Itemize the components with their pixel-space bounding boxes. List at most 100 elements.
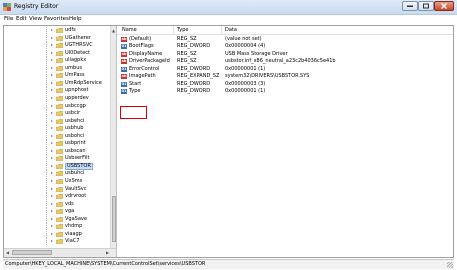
menu-view[interactable]: View [29,16,42,22]
expand-arrow-icon[interactable] [51,51,53,54]
tree-guide-line [46,162,48,170]
tree-item[interactable]: vdrvroot [4,193,110,201]
column-header-name[interactable]: Name [122,27,137,33]
expand-arrow-icon[interactable] [51,134,53,137]
value-name: ErrorControl [129,65,160,72]
binary-value-icon: 01 [121,44,127,49]
folder-icon [56,88,63,94]
value-row[interactable]: ab ImagePath REG_EXPAND_SZ system32\DRIVERS… [117,73,453,80]
tree-guide-line [46,238,48,246]
expand-arrow-icon[interactable] [51,217,53,220]
tree-item[interactable]: UsbserFilt [4,155,110,163]
folder-icon [56,96,63,101]
value-row[interactable]: 01 BootFlags REG_DWORD 0x00000004 (4) [117,43,453,50]
annotation-highlight-box [120,106,147,119]
column-header-data[interactable]: Data [225,27,237,33]
expand-arrow-icon[interactable] [51,240,53,243]
expand-arrow-icon[interactable] [51,172,53,175]
tree-item[interactable]: umbus [4,64,110,72]
expand-arrow-icon[interactable] [51,164,53,167]
tree-hscroll-thumb[interactable] [12,250,52,255]
value-row[interactable]: 01 Type REG_DWORD 0x00000001 (1) [117,88,453,95]
expand-arrow-icon[interactable] [51,210,53,213]
expand-arrow-icon[interactable] [51,127,53,130]
expand-arrow-icon[interactable] [51,29,53,31]
expand-arrow-icon[interactable] [51,195,53,198]
tree-item[interactable]: usbohci [4,132,110,140]
maximize-button[interactable] [418,1,434,11]
expand-arrow-icon[interactable] [51,89,53,92]
expand-arrow-icon[interactable] [51,225,53,228]
expand-arrow-icon[interactable] [51,104,53,107]
tree-item[interactable]: usbscan [4,147,110,155]
expand-arrow-icon[interactable] [51,74,53,77]
tree-item[interactable]: usbprint [4,140,110,148]
tree-item[interactable]: usbccgp [4,102,110,110]
scroll-left-icon[interactable]: ◀ [6,250,9,255]
expand-arrow-icon[interactable] [51,119,53,122]
tree-item[interactable]: usbehci [4,117,110,125]
value-row[interactable]: ab DisplayName REG_SZ USB Mass Storage Driv… [117,51,453,58]
tree-item[interactable]: UGatherer [4,34,110,42]
expand-arrow-icon[interactable] [51,36,53,39]
expand-arrow-icon[interactable] [51,180,53,182]
tree-item[interactable]: UI0Detect [4,49,110,57]
close-button[interactable] [434,1,454,11]
column-header-type[interactable]: Type [177,27,188,33]
expand-arrow-icon[interactable] [51,142,53,145]
tree-horizontal-scrollbar[interactable]: ◀ ▶ [4,248,116,257]
tree-item[interactable]: USBSTOR [4,162,110,170]
expand-arrow-icon[interactable] [51,81,53,84]
tree-item[interactable]: UGTHRSVC [4,42,110,50]
tree-scroll-thumb[interactable] [112,196,116,242]
tree-item[interactable]: VgaSave [4,215,110,223]
menu-file[interactable]: File [4,16,13,22]
tree-item[interactable]: UmPass [4,72,110,80]
folder-icon [56,231,63,237]
expand-arrow-icon[interactable] [51,232,53,235]
value-row[interactable]: ab DriverPackageId REG_SZ usbstor.inf_x86_n… [117,58,453,65]
tree-item-label: usbehci [65,117,85,124]
scroll-right-icon[interactable]: ▶ [106,250,109,255]
tree-item[interactable]: upperdev [4,94,110,102]
tree-item[interactable]: UxSms [4,178,110,185]
tree-item[interactable]: UmRdpService [4,79,110,87]
registry-editor-window: Registry Editor File Edit View Favorites… [0,0,457,270]
tree-item[interactable]: udfs [4,27,110,34]
expand-arrow-icon[interactable] [51,187,53,190]
expand-arrow-icon[interactable] [51,157,53,160]
column-divider[interactable] [173,26,174,34]
expand-arrow-icon[interactable] [51,112,53,115]
tree-vertical-scrollbar[interactable]: ▲ [110,26,116,248]
tree-item[interactable]: vds [4,200,110,208]
expand-arrow-icon[interactable] [51,149,53,152]
tree-item[interactable]: usbuhci [4,170,110,178]
tree-item[interactable]: usbcir [4,110,110,118]
expand-arrow-icon[interactable] [51,202,53,205]
tree-item[interactable]: uliagpkx [4,57,110,65]
tree-item[interactable]: viaagp [4,230,110,238]
expand-arrow-icon[interactable] [51,96,53,99]
tree-item[interactable]: VaultSvc [4,185,110,193]
tree-item[interactable]: ViaC7 [4,238,110,246]
menu-favorites[interactable]: Favorites [44,16,69,22]
tree-item[interactable]: vhdmp [4,223,110,231]
key-tree[interactable]: udfs UGatherer UGTHRSVC UI0Detect uliagpkx um… [4,26,117,257]
expand-arrow-icon[interactable] [51,44,53,47]
value-row[interactable]: 01 ErrorControl REG_DWORD 0x00000001 (1) [117,66,453,73]
tree-item[interactable]: upnphost [4,87,110,95]
resize-grip-icon[interactable] [447,262,453,268]
minimize-button[interactable] [402,1,418,11]
value-row[interactable]: 01 Start REG_DWORD 0x00000003 (3) [117,81,453,88]
expand-arrow-icon[interactable] [51,66,53,69]
expand-arrow-icon[interactable] [51,59,53,62]
value-name: DisplayName [129,50,163,57]
tree-item[interactable]: vga [4,208,110,216]
scroll-up-icon[interactable]: ▲ [112,28,115,33]
menu-edit[interactable]: Edit [16,16,27,22]
value-row[interactable]: ab (Default) REG_SZ (value not set) [117,36,453,43]
title-bar[interactable]: Registry Editor [0,0,457,15]
menu-help[interactable]: Help [69,16,82,22]
column-divider[interactable] [221,26,222,34]
tree-item[interactable]: usbhub [4,125,110,133]
